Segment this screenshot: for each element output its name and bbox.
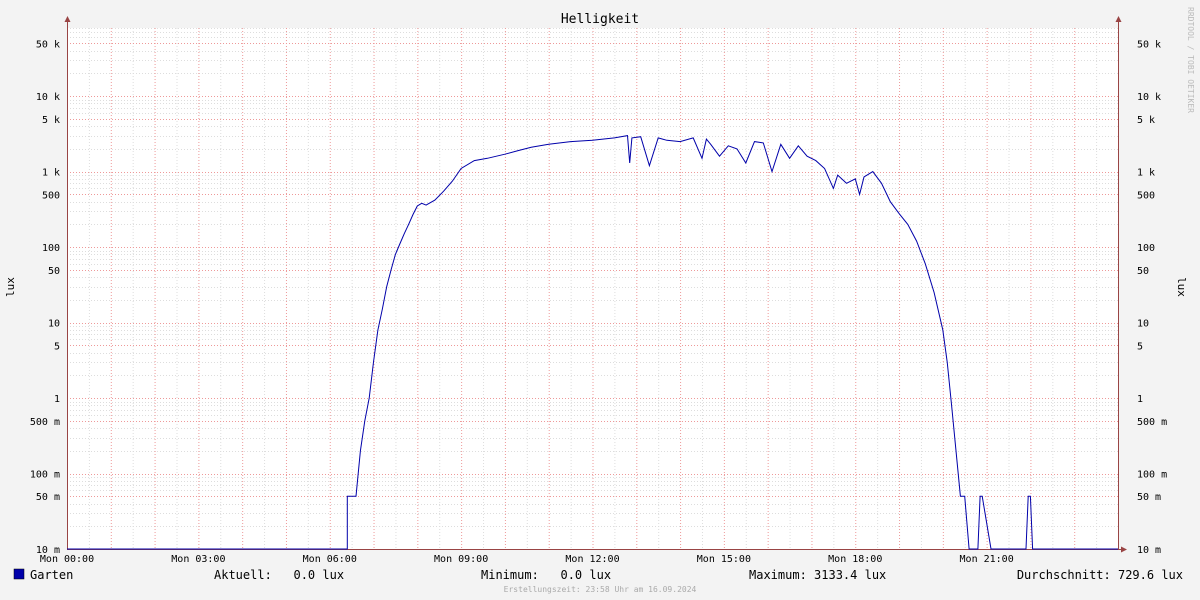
- legend-swatch: [13, 568, 25, 580]
- y-tick-label-right: 1 k: [1137, 168, 1155, 179]
- y-tick-label-right: 10: [1137, 319, 1149, 330]
- y-tick-label-left: 10: [48, 319, 60, 330]
- y-tick-label-right: 100 m: [1137, 470, 1167, 481]
- y-tick-label-right: 100: [1137, 243, 1155, 254]
- y-tick-label-right: 50: [1137, 266, 1149, 277]
- y-tick-label-left: 50 k: [36, 39, 60, 50]
- x-tick-label: Mon 00:00: [40, 554, 94, 565]
- y-axis-label-right: lux: [1175, 277, 1188, 297]
- y-tick-label-left: 500 m: [30, 417, 60, 428]
- y-tick-label-right: 5 k: [1137, 115, 1155, 126]
- creation-time: Erstellungszeit: 23:58 Uhr am 16.09.2024: [504, 585, 697, 594]
- chart-title: Helligkeit: [561, 12, 639, 27]
- brightness-chart: 50 k 10 k 5 k 1 k 500 100 50 10 5 1 500 m 100 m 50 m…: [0, 0, 1200, 600]
- x-tick-label: Mon 03:00: [171, 554, 225, 565]
- x-tick-label: Mon 15:00: [697, 554, 751, 565]
- y-tick-label-right: 10 m: [1137, 545, 1161, 556]
- y-tick-label-right: 500 m: [1137, 417, 1167, 428]
- y-tick-label-right: 50 k: [1137, 39, 1161, 50]
- y-tick-label-left: 100 m: [30, 470, 60, 481]
- y-tick-label-right: 5: [1137, 341, 1143, 352]
- y-tick-label-left: 500: [42, 190, 60, 201]
- y-tick-label-left: 1: [54, 394, 60, 405]
- y-tick-label-left: 100: [42, 243, 60, 254]
- y-tick-label-left: 10 k: [36, 92, 60, 103]
- y-axis-label-left: lux: [4, 277, 17, 297]
- y-tick-label-left: 50 m: [36, 492, 60, 503]
- y-tick-label-right: 500: [1137, 190, 1155, 201]
- legend-series-name: Garten: [30, 568, 73, 582]
- legend-current: Aktuell: 0.0 lux: [214, 568, 344, 582]
- y-tick-label-right: 50 m: [1137, 492, 1161, 503]
- legend-maximum: Maximum: 3133.4 lux: [749, 568, 886, 582]
- x-tick-label: Mon 18:00: [828, 554, 882, 565]
- legend-minimum: Minimum: 0.0 lux: [481, 568, 611, 582]
- legend-average: Durchschnitt: 729.6 lux: [1017, 568, 1183, 582]
- y-tick-label-left: 1 k: [42, 168, 60, 179]
- y-tick-label-left: 50: [48, 266, 60, 277]
- rrdtool-watermark: RRDTOOL / TOBI OETIKER: [1186, 7, 1195, 113]
- x-tick-label: Mon 06:00: [303, 554, 357, 565]
- y-tick-label-left: 5: [54, 341, 60, 352]
- y-tick-label-right: 10 k: [1137, 92, 1161, 103]
- y-tick-label-left: 5 k: [42, 115, 60, 126]
- x-tick-label: Mon 09:00: [434, 554, 488, 565]
- x-tick-label: Mon 12:00: [565, 554, 619, 565]
- y-tick-label-right: 1: [1137, 394, 1143, 405]
- x-tick-label: Mon 21:00: [960, 554, 1014, 565]
